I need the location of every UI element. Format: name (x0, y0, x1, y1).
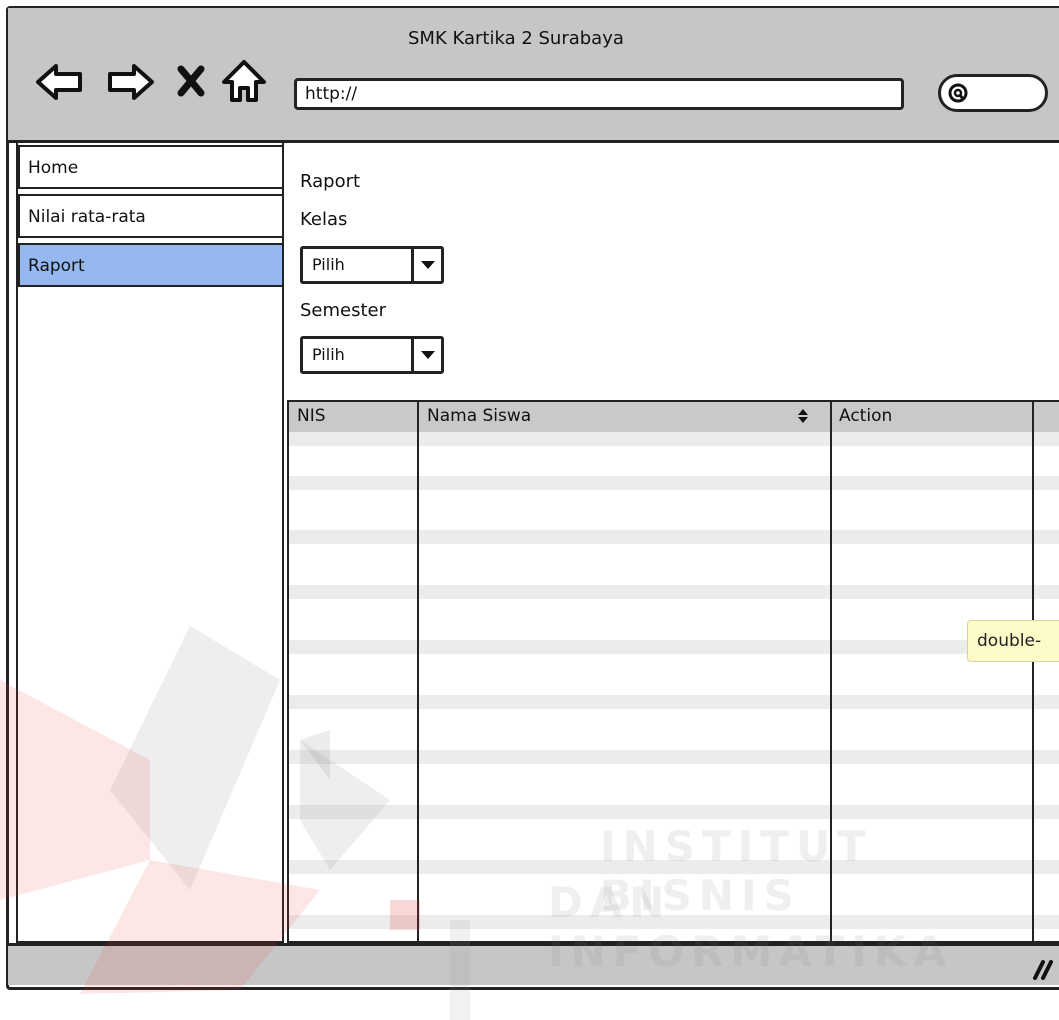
url-input[interactable]: http:// (294, 78, 904, 110)
chevron-down-icon[interactable] (411, 249, 441, 281)
kelas-select-value: Pilih (312, 255, 345, 274)
sidebar-item-nilai-rata-rata[interactable]: Nilai rata-rata (18, 194, 284, 238)
column-divider (1032, 402, 1034, 941)
column-header-nama-siswa[interactable]: Nama Siswa (427, 406, 531, 426)
chevron-down-icon[interactable] (411, 339, 441, 371)
table-row (289, 585, 1059, 599)
semester-select-value: Pilih (312, 345, 345, 364)
main-content: Raport Kelas Pilih Semester Pilih (286, 143, 1059, 399)
table-row (289, 476, 1059, 490)
browser-toolbar: SMK Kartika 2 Surabaya http:// (8, 8, 1059, 143)
home-icon[interactable] (220, 58, 268, 104)
semester-select[interactable]: Pilih (300, 336, 444, 374)
column-divider (830, 402, 832, 941)
sidebar-item-home[interactable]: Home (18, 145, 284, 189)
table-row (289, 805, 1059, 819)
column-divider (417, 402, 419, 941)
sidebar-nav: Home Nilai rata-rata Raport (16, 143, 284, 943)
student-table: NIS Nama Siswa Action (287, 400, 1059, 943)
table-row (289, 640, 1059, 654)
column-header-action[interactable]: Action (839, 406, 892, 426)
table-row (289, 695, 1059, 709)
table-row (289, 860, 1059, 874)
window-title: SMK Kartika 2 Surabaya (408, 28, 624, 49)
search-icon (948, 83, 968, 103)
sidebar-item-raport[interactable]: Raport (18, 243, 284, 287)
back-arrow-icon[interactable] (34, 60, 86, 104)
table-row (289, 530, 1059, 544)
table-row (289, 750, 1059, 764)
page-title: Raport (300, 171, 361, 192)
table-header (289, 402, 1059, 432)
forward-arrow-icon[interactable] (104, 60, 156, 104)
status-bar (8, 943, 1059, 985)
table-row (289, 915, 1059, 929)
resize-grip-icon[interactable] (1027, 958, 1053, 980)
table-row (289, 432, 1059, 446)
kelas-select[interactable]: Pilih (300, 246, 444, 284)
semester-label: Semester (300, 300, 387, 321)
close-icon[interactable] (176, 64, 206, 98)
kelas-label: Kelas (300, 209, 348, 230)
sort-icon[interactable] (797, 408, 809, 424)
tooltip: double- (967, 620, 1059, 662)
search-box[interactable] (938, 74, 1048, 112)
column-header-nis[interactable]: NIS (297, 406, 326, 426)
